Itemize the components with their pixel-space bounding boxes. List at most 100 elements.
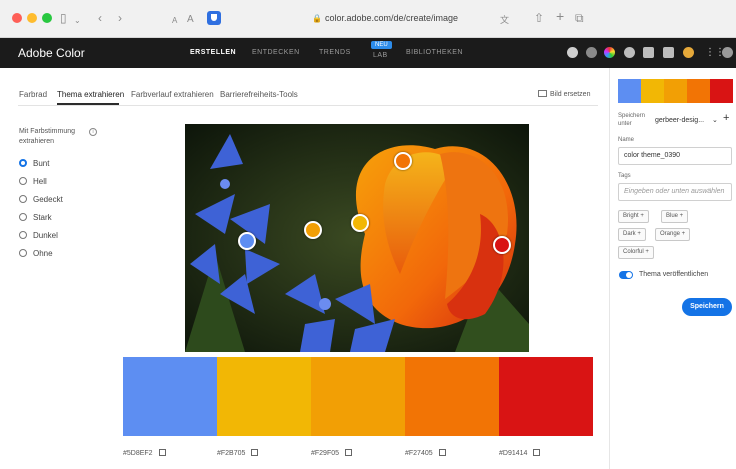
lock-icon: 🔒 [312,14,322,23]
chevron-down-icon[interactable]: ⌄ [74,13,81,29]
library-value: gerbeer-desig... [655,117,705,124]
color-picker-handle[interactable] [493,236,511,254]
apps-grid-icon[interactable]: ⋮⋮ [705,47,725,58]
radio-icon [19,213,27,221]
font-larger-button[interactable]: A [187,12,194,28]
account-icon[interactable] [722,47,733,58]
color-picker-handle[interactable] [304,221,322,239]
tag-blue[interactable]: Blue + [661,210,689,223]
save-button[interactable]: Speichern [682,298,732,316]
color-picker-handle[interactable] [238,232,256,250]
copy-icon[interactable] [158,449,166,456]
copy-icon[interactable] [251,449,259,456]
copy-icon[interactable] [533,449,541,456]
tab-farbrad[interactable]: Farbrad [19,90,47,99]
contrast-icon[interactable] [586,47,597,58]
tag-colorful[interactable]: Colorful + [618,246,654,259]
hex-value: #D91414 [499,450,528,457]
new-badge: NEU [371,41,392,49]
info-icon[interactable]: i [89,128,97,136]
new-tab-icon[interactable]: + [556,8,564,24]
radio-icon [19,231,27,239]
source-image[interactable] [185,124,529,352]
swatch-4[interactable] [405,357,499,436]
nav-entdecken[interactable]: ENTDECKEN [252,49,300,56]
radio-icon [19,195,27,203]
hex-code-4[interactable]: #F27405 [405,449,446,457]
zoom-window-button[interactable] [42,13,52,23]
font-smaller-button[interactable]: A [172,13,177,29]
shield-icon[interactable] [207,11,221,25]
nav-bibliotheken[interactable]: BIBLIOTHEKEN [406,49,463,56]
mini-swatch-5 [710,79,733,103]
hex-code-2[interactable]: #F2B705 [217,449,259,457]
name-label: Name [618,137,635,143]
mood-option-label: Ohne [33,249,53,258]
nav-erstellen[interactable]: ERSTELLEN [190,49,236,56]
publish-toggle[interactable] [619,271,633,279]
library-select[interactable]: gerbeer-desig... ⌄ [655,116,718,124]
hex-code-5[interactable]: #D91414 [499,449,541,457]
feedback-icon[interactable] [663,47,674,58]
browser-toolbar: ▯ ⌄ ‹ › A A 🔒 color.adobe.com/de/create/i… [0,0,736,38]
swatch-2[interactable] [217,357,311,436]
copy-icon[interactable] [438,449,446,456]
mood-title: Mit Farbstimmung extrahieren [19,128,76,145]
mood-option-gedeckt[interactable]: Gedeckt [19,195,63,204]
mini-swatch-1 [618,79,641,103]
hex-code-3[interactable]: #F29F05 [311,449,353,457]
share-icon[interactable]: ⇧ [534,10,544,26]
hex-code-1[interactable]: #5D8EF2 [123,449,166,457]
tab-farbverlauf-extrahieren[interactable]: Farbverlauf extrahieren [131,90,214,99]
nav-trends[interactable]: TRENDS [319,49,351,56]
swatch-5[interactable] [499,357,593,436]
tag-bright[interactable]: Bright + [618,210,649,223]
sidebar-icon[interactable]: ▯ [60,10,67,26]
nav-lab[interactable]: LAB [373,52,388,59]
swatch-1[interactable] [123,357,217,436]
tag-dark[interactable]: Dark + [618,228,646,241]
theme-name-field[interactable]: color theme_0390 [618,147,732,165]
translate-icon[interactable]: 文 [500,12,509,28]
mini-swatch-3 [664,79,687,103]
tag-orange[interactable]: Orange + [655,228,691,241]
color-mode-icon[interactable] [567,47,578,58]
minimize-window-button[interactable] [27,13,37,23]
mini-swatch-4 [687,79,710,103]
tabs-icon[interactable]: ⧉ [575,10,584,26]
add-library-button[interactable]: + [723,112,729,124]
mood-option-ohne[interactable]: Ohne [19,249,53,258]
mood-option-stark[interactable]: Stark [19,213,52,222]
brand-logo[interactable]: Adobe Color [18,46,85,60]
address-bar[interactable]: 🔒 color.adobe.com/de/create/image [312,13,458,23]
mood-option-bunt[interactable]: Bunt [19,159,49,168]
color-picker-handle[interactable] [351,214,369,232]
sidebar-divider [609,68,610,469]
color-picker-handle[interactable] [394,152,412,170]
avatar[interactable] [683,47,694,58]
swatch-3[interactable] [311,357,405,436]
mood-option-dunkel[interactable]: Dunkel [19,231,58,240]
forward-icon[interactable]: › [118,10,122,26]
color-wheel-icon[interactable] [604,47,615,58]
chevron-down-icon: ⌄ [711,117,718,124]
replace-image-button[interactable]: Bild ersetzen [538,90,590,98]
mood-option-hell[interactable]: Hell [19,177,47,186]
help-icon[interactable] [624,47,635,58]
tab-divider [18,105,598,106]
mood-option-label: Hell [33,177,47,186]
hex-value: #F27405 [405,450,433,457]
library-icon[interactable] [643,47,654,58]
radio-icon [19,159,27,167]
mood-option-label: Stark [33,213,52,222]
tags-input[interactable]: Eingeben oder unten auswählen [618,183,732,201]
close-window-button[interactable] [12,13,22,23]
hex-value: #F29F05 [311,450,340,457]
copy-icon[interactable] [345,449,353,456]
tab-barrierefreiheits-tools[interactable]: Barrierefreiheits-Tools [220,90,298,99]
tags-label: Tags [618,173,631,179]
tab-thema-extrahieren[interactable]: Thema extrahieren [57,90,124,99]
mini-swatch-2 [641,79,664,103]
back-icon[interactable]: ‹ [98,10,102,26]
image-icon [538,90,547,97]
